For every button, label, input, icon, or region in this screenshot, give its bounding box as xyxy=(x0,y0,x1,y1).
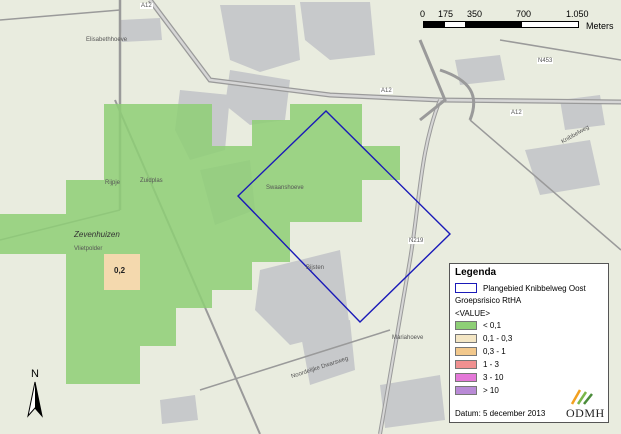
legend-class-label: < 0,1 xyxy=(483,321,502,330)
legend-class-row: 3 - 10 xyxy=(455,373,503,382)
label-vlietpolder: Vlietpolder xyxy=(74,246,103,252)
north-arrow-icon: N xyxy=(27,368,43,418)
label-mariahoeve: Mariahoeve xyxy=(392,335,424,341)
map-figure: Zevenhuizen A12 A12 A12 N219 N453 Elisab… xyxy=(0,0,621,434)
label-n453: N453 xyxy=(537,58,554,64)
legend-date: Datum: 5 december 2013 xyxy=(455,409,546,418)
label-a12-north: A12 xyxy=(140,3,153,9)
label-zevenhuizen: Zevenhuizen xyxy=(74,230,120,239)
scale-tick-1050: 1.050 xyxy=(566,9,589,19)
legend-class-swatch xyxy=(455,360,477,369)
scale-tick-350: 350 xyxy=(467,9,483,19)
legend-class-row: 0,1 - 0,3 xyxy=(455,334,512,343)
legend-class-row: < 0,1 xyxy=(455,321,501,330)
north-label: N xyxy=(31,368,39,380)
legend-class-row: 1 - 3 xyxy=(455,360,499,369)
legend-panel: Legenda Plangebied Knibbelweg Oost Groep… xyxy=(449,263,609,423)
label-rijpje: Rijpje xyxy=(105,180,121,186)
legend-class-label: 3 - 10 xyxy=(483,373,504,382)
legend-value-label: <VALUE> xyxy=(455,309,490,318)
label-n219: N219 xyxy=(408,238,425,244)
legend-class-label: 0,1 - 0,3 xyxy=(483,334,513,343)
legend-class-swatch xyxy=(455,347,477,356)
label-swaanshoeve: Swaanshoeve xyxy=(266,185,304,191)
odmh-logo: ODMH xyxy=(566,384,606,420)
label-elisabethhoeve: Elisabethhoeve xyxy=(86,37,128,43)
legend-class-row: 0,3 - 1 xyxy=(455,347,506,356)
plan-swatch xyxy=(455,283,477,293)
legend-class-swatch xyxy=(455,373,477,382)
legend-class-swatch xyxy=(455,321,477,330)
label-bijsten: Bijsten xyxy=(306,265,325,271)
legend-class-label: > 10 xyxy=(483,386,499,395)
scale-tick-0: 0 xyxy=(420,9,426,19)
legend-class-row: > 10 xyxy=(455,386,499,395)
label-zuidplas: Zuidplas xyxy=(140,178,163,184)
legend-group-title: Groepsrisico RtHA xyxy=(455,296,522,305)
risk-value-label: 0,2 xyxy=(114,266,126,275)
logo-mark-icon xyxy=(570,389,593,405)
legend-plan-label: Plangebied Knibbelweg Oost xyxy=(483,283,586,293)
label-a12-east-2: A12 xyxy=(510,110,523,116)
legend-title: Legenda xyxy=(455,267,497,278)
scale-tick-175: 175 xyxy=(438,9,454,19)
scale-tick-700: 700 xyxy=(516,9,532,19)
scale-unit: Meters xyxy=(586,21,614,31)
logo-text: ODMH xyxy=(566,406,605,420)
legend-class-label: 0,3 - 1 xyxy=(483,347,506,356)
legend-class-swatch xyxy=(455,386,477,395)
legend-class-label: 1 - 3 xyxy=(483,360,500,369)
legend-plan-row: Plangebied Knibbelweg Oost xyxy=(455,283,586,293)
legend-class-swatch xyxy=(455,334,477,343)
label-a12-east-1: A12 xyxy=(380,88,393,94)
